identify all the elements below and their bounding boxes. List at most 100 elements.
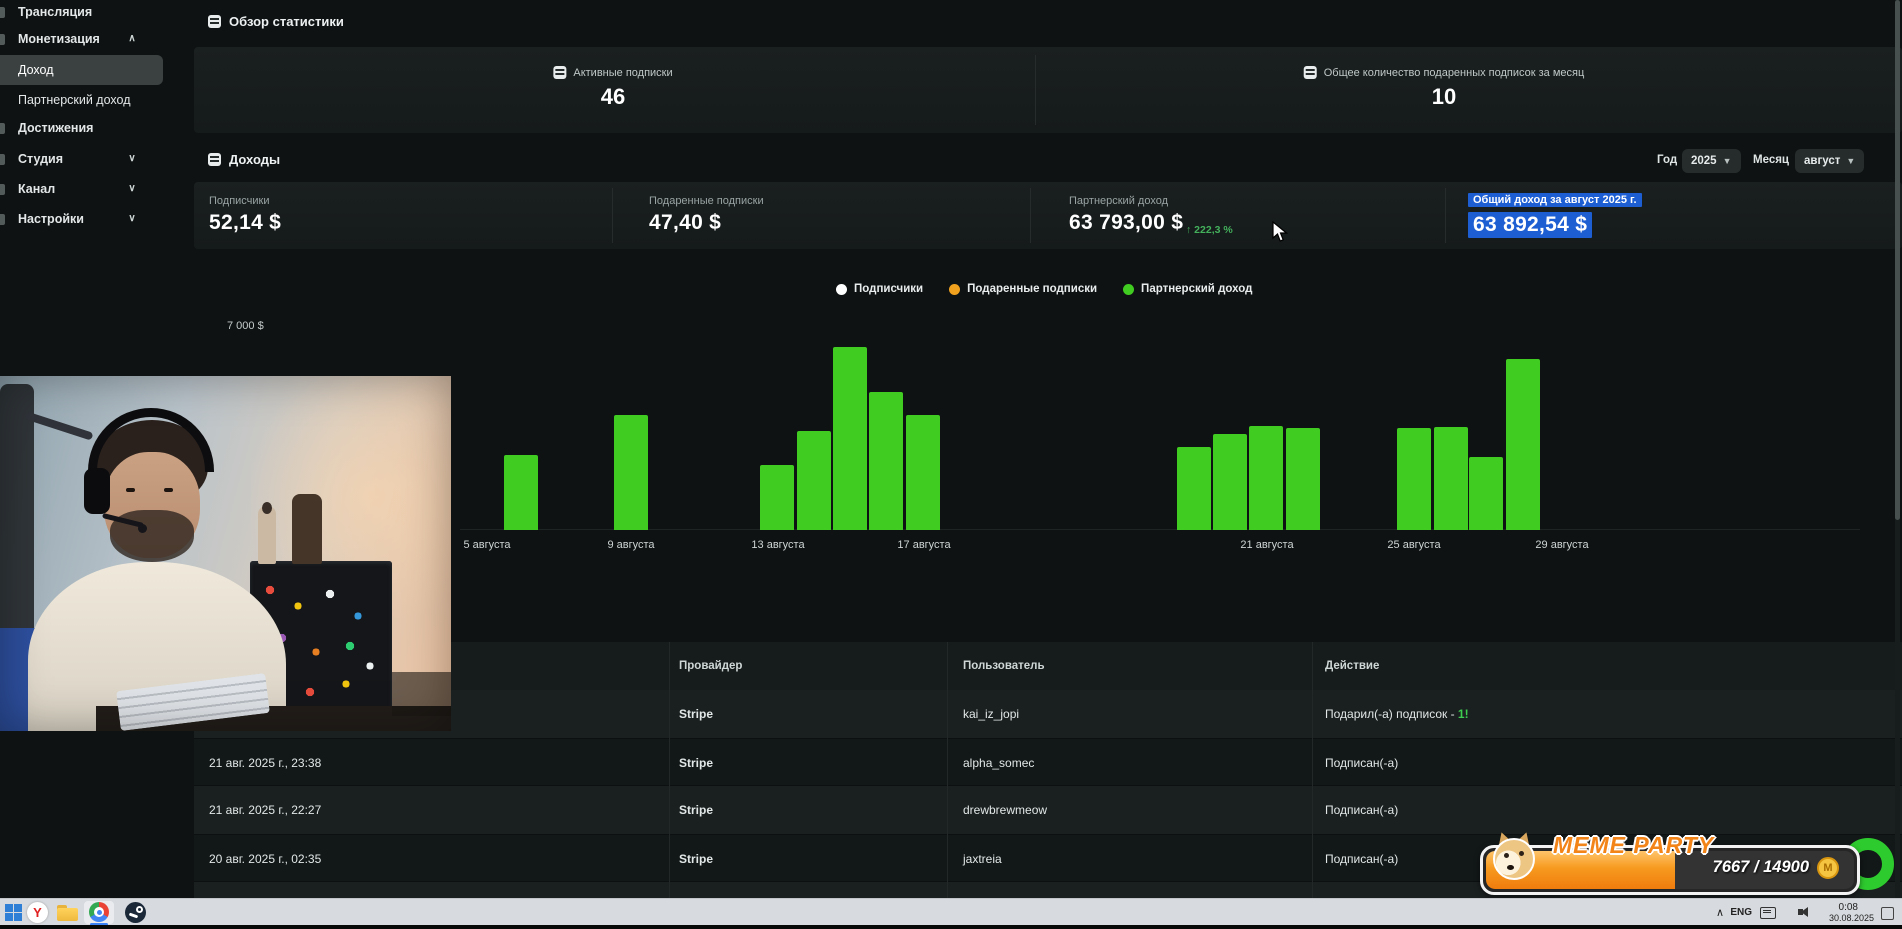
user-cell: jaxtreia [963, 852, 1002, 866]
sidebar-item-label: Достижения [18, 121, 94, 135]
chart-bar [614, 415, 648, 530]
chart-legend: Подписчики Подаренные подписки Партнерский… [836, 283, 1252, 295]
meme-party-widget: MEME PARTY 7667 / 14900 M [1480, 829, 1860, 895]
sidebar-item-broadcast[interactable]: Трансляция [0, 0, 163, 24]
sidebar-item-partner-income[interactable]: Партнерский доход [0, 88, 163, 112]
chart-bar [760, 465, 794, 530]
sidebar-item-label: Доход [18, 63, 54, 77]
year-select[interactable]: 2025 ▼ [1682, 149, 1741, 173]
chart-bar [1249, 426, 1283, 530]
legend-item-partner-income[interactable]: Партнерский доход [1123, 283, 1252, 295]
subs-income-value: 52,14 $ [209, 211, 282, 234]
tray-expand-icon[interactable]: ∧ [1716, 906, 1724, 919]
sidebar-item-achievements[interactable]: Достижения [0, 116, 163, 140]
yandex-browser-icon[interactable]: Y [27, 902, 48, 923]
sidebar-item-monetization[interactable]: Монетизация ∧ [0, 27, 163, 51]
scrollbar-thumb[interactable] [1895, 0, 1900, 520]
chevron-down-icon: ∨ [128, 213, 136, 224]
webcam-vignette [0, 376, 451, 731]
x-axis-label: 5 августа [463, 539, 511, 551]
keyboard-icon[interactable] [1760, 907, 1776, 919]
table-header-cell: Действие [1325, 660, 1380, 672]
user-cell: kai_iz_jopi [963, 707, 1020, 721]
month-select[interactable]: август ▼ [1795, 149, 1865, 173]
achievements-icon [0, 123, 5, 134]
chevron-down-icon: ∨ [128, 153, 136, 164]
chart-bar [1177, 447, 1211, 530]
webcam-overlay [0, 376, 451, 731]
y-axis-label: 7 000 $ [227, 320, 264, 332]
table-row: 21 авг. 2025 г., 23:38 Stripe alpha_somec П… [194, 738, 1902, 786]
action-cell: Подарил(-а) подписок - 1! [1325, 690, 1469, 738]
income-stats-card [194, 182, 1902, 249]
monetization-icon [0, 34, 5, 45]
sidebar-item-label: Монетизация [18, 32, 100, 46]
date-cell: 20 авг. 2025 г., 02:35 [209, 852, 322, 866]
chart-bar [906, 415, 940, 530]
overview-section-title: Обзор статистики [208, 14, 344, 29]
mouse-cursor [1272, 221, 1289, 242]
language-indicator[interactable]: ENG [1730, 907, 1752, 918]
partner-income-delta: ↑ 222,3 % [1186, 224, 1233, 236]
legend-label: Подаренные подписки [967, 283, 1098, 295]
legend-item-gifted-subs[interactable]: Подаренные подписки [949, 283, 1097, 295]
sidebar-item-label: Трансляция [18, 5, 93, 19]
settings-icon [0, 214, 5, 225]
table-row: 21 авг. 2025 г., 22:27 Stripe drewbrewmeow… [194, 786, 1902, 834]
sidebar-item-settings[interactable]: Настройки ∨ [0, 207, 163, 231]
year-label: Год [1657, 154, 1678, 166]
year-value: 2025 [1691, 155, 1717, 167]
action-text: Подарил(-а) подписок - [1325, 707, 1458, 721]
chart-bar [1469, 457, 1503, 530]
chrome-taskbar-highlight[interactable] [84, 901, 114, 926]
channel-icon [0, 184, 5, 195]
legend-label: Подписчики [854, 283, 924, 295]
month-label: Месяц [1753, 154, 1789, 166]
income-section-title: Доходы [208, 152, 280, 167]
screen-bottom-edge [0, 925, 1902, 929]
file-explorer-icon[interactable] [57, 905, 78, 921]
chevron-down-icon: ▼ [1846, 156, 1856, 166]
gifted-subs-value: 10 [1431, 84, 1457, 109]
chart-bar [833, 347, 867, 530]
chart-bar [1213, 434, 1247, 530]
x-axis-label: 21 августа [1240, 539, 1294, 551]
date-cell: 21 авг. 2025 г., 22:27 [209, 803, 322, 817]
clock-date[interactable]: 30.08.2025 [1829, 913, 1874, 923]
chart-bar [1434, 427, 1468, 530]
doge-icon [1491, 829, 1537, 882]
chevron-down-icon: ▼ [1722, 156, 1732, 166]
chart-bar [797, 431, 831, 530]
total-income-label: Общий доход за август 2025 г. [1468, 193, 1642, 207]
active-subs-icon [553, 66, 567, 79]
provider-cell: Stripe [679, 707, 714, 721]
user-cell: alpha_somec [963, 756, 1035, 770]
meme-party-title: MEME PARTY [1553, 832, 1715, 858]
sidebar-item-label: Настройки [18, 212, 84, 226]
coin-icon: M [1817, 857, 1839, 879]
provider-cell: Stripe [679, 852, 714, 866]
start-button[interactable] [3, 902, 24, 923]
sidebar-item-channel[interactable]: Канал ∨ [0, 177, 163, 201]
steam-icon[interactable] [125, 902, 146, 923]
legend-dot-subscribers [836, 283, 847, 295]
income-divider-1 [612, 188, 613, 243]
income-divider-3 [1445, 188, 1446, 243]
notification-center-icon[interactable] [1881, 907, 1894, 920]
legend-item-subscribers[interactable]: Подписчики [836, 283, 923, 295]
income-title-text: Доходы [229, 152, 281, 167]
provider-cell: Stripe [679, 803, 714, 817]
table-header-cell: Пользователь [963, 660, 1045, 672]
total-income-value: 63 892,54 $ [1468, 212, 1593, 238]
overview-card [194, 47, 1902, 133]
chart-bar [869, 392, 903, 530]
clock-time[interactable]: 0:08 [1839, 902, 1858, 913]
x-axis-label: 13 августа [751, 539, 805, 551]
taskbar: Y ∧ ENG 0:08 30.08.2025 [0, 898, 1902, 926]
action-text: Подписан(-а) [1325, 852, 1399, 866]
sidebar-item-studio[interactable]: Студия ∨ [0, 147, 163, 171]
chart-bar [1286, 428, 1320, 530]
active-subs-value: 46 [600, 84, 626, 109]
sidebar-item-income[interactable]: Доход [0, 55, 163, 85]
x-axis-label: 29 августа [1535, 539, 1589, 551]
